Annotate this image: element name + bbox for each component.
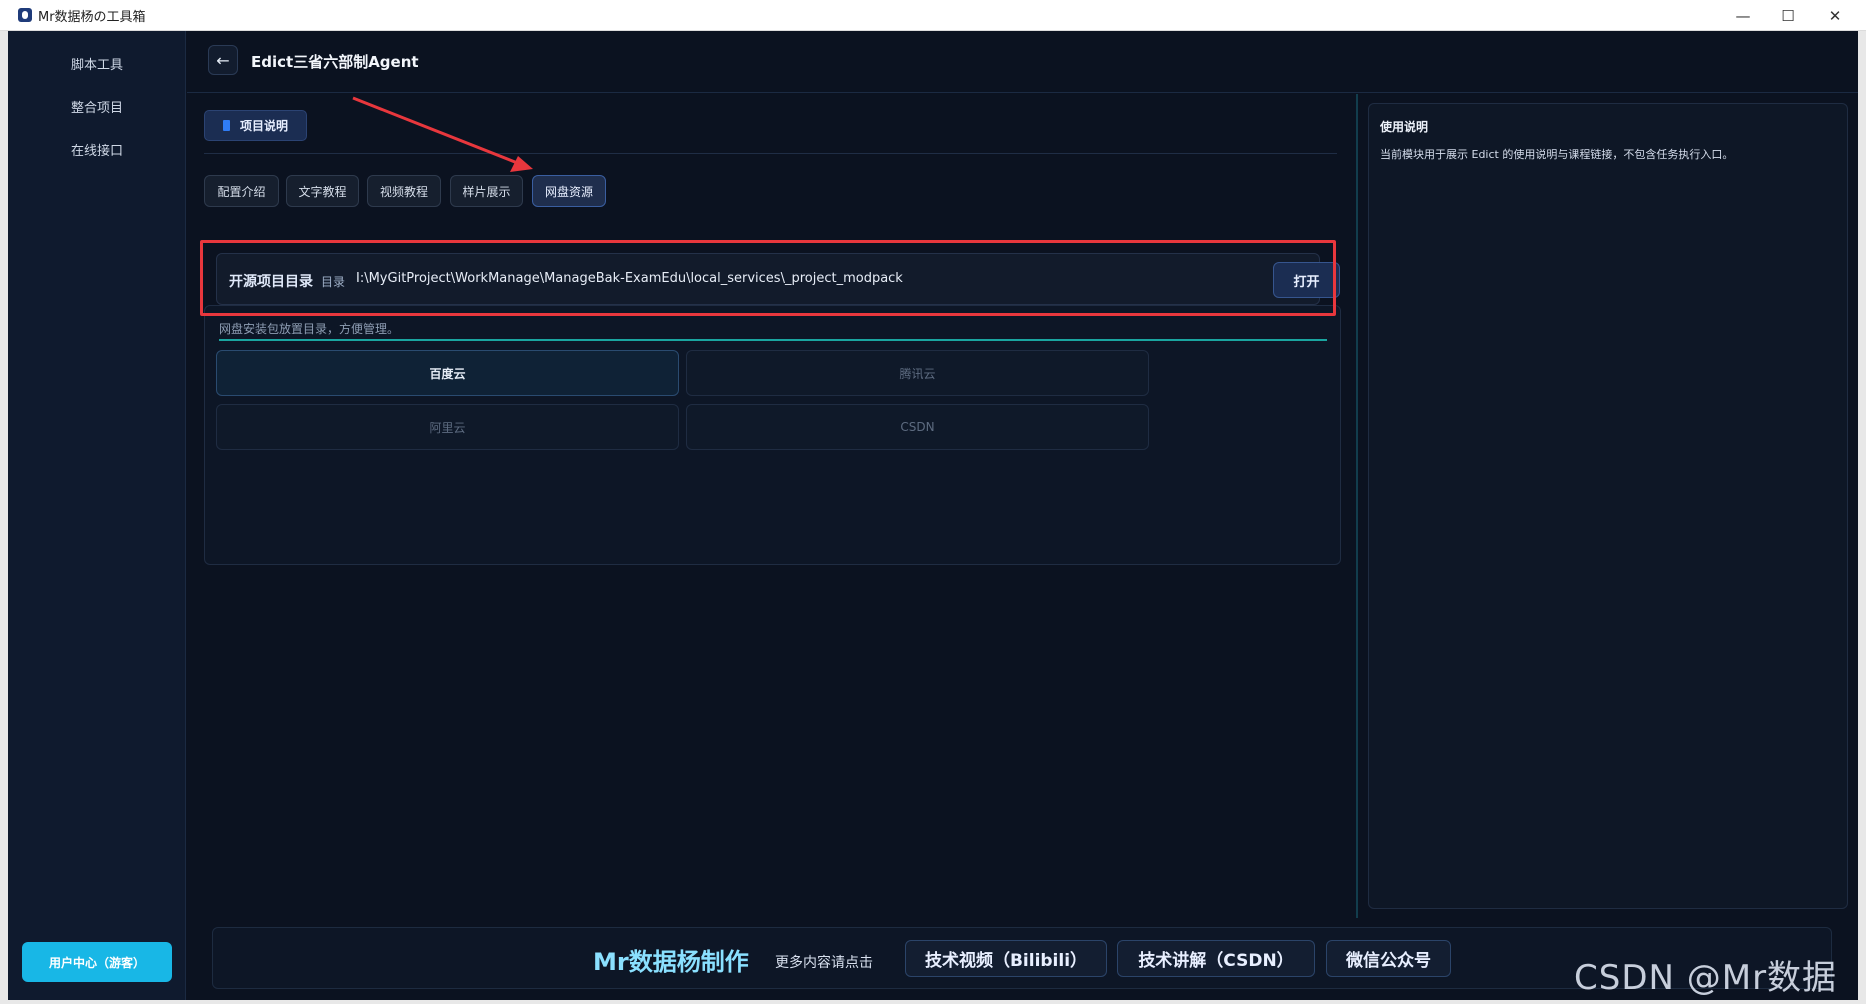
close-button[interactable]: ✕ (1812, 0, 1858, 31)
subtab-config-intro[interactable]: 配置介绍 (204, 175, 279, 207)
footer-more-text: 更多内容请点击 (775, 955, 873, 971)
background-window-edge (0, 31, 8, 1004)
tabs-divider (204, 153, 1337, 154)
user-center-button[interactable]: 用户中心（游客） (22, 942, 172, 982)
netdisk-divider (219, 339, 1327, 341)
tab-project-description-label: 项目说明 (240, 119, 289, 133)
netdisk-panel: 网盘安装包放置目录，方便管理。 百度云 腾讯云 阿里云 CSDN (204, 305, 1341, 565)
window-titlebar: Mr数据杨の工具箱 — ☐ ✕ (0, 0, 1866, 31)
main-panel: 项目说明 配置介绍 文字教程 视频教程 样片展示 网盘资源 开源项目目录 目录 … (187, 94, 1357, 924)
brand-title: Mr数据杨制作 (593, 948, 749, 976)
app-icon (18, 8, 32, 22)
background-window-edge-right (1858, 31, 1866, 1004)
maximize-button[interactable]: ☐ (1765, 0, 1811, 31)
wechat-account-button[interactable]: 微信公众号 (1326, 940, 1451, 977)
tab-project-description[interactable]: 项目说明 (204, 110, 307, 141)
annotation-highlight-box (200, 240, 1336, 316)
sidebar-item-integrated-projects[interactable]: 整合项目 (8, 89, 186, 123)
cloud-csdn-button[interactable]: CSDN (686, 404, 1149, 450)
info-title: 使用说明 (1380, 120, 1429, 134)
sidebar-item-online-api[interactable]: 在线接口 (8, 132, 186, 166)
sidebar: 脚本工具 整合项目 在线接口 用户中心（游客） (8, 31, 186, 1000)
info-text: 当前模块用于展示 Edict 的使用说明与课程链接，不包含任务执行入口。 (1380, 148, 1734, 161)
info-panel: 使用说明 当前模块用于展示 Edict 的使用说明与课程链接，不包含任务执行入口… (1368, 103, 1848, 909)
bilibili-video-button[interactable]: 技术视频（Bilibili） (905, 940, 1107, 977)
subtab-sample-showcase[interactable]: 样片展示 (450, 175, 523, 207)
page-title: Edict三省六部制Agent (251, 53, 419, 71)
cloud-baidu-button[interactable]: 百度云 (216, 350, 679, 396)
subtab-video-tutorial[interactable]: 视频教程 (367, 175, 441, 207)
netdisk-note: 网盘安装包放置目录，方便管理。 (219, 322, 400, 336)
bookmark-icon (223, 120, 230, 131)
csdn-article-button[interactable]: 技术讲解（CSDN） (1117, 940, 1315, 977)
sidebar-item-script-tools[interactable]: 脚本工具 (8, 46, 186, 80)
subtab-text-tutorial[interactable]: 文字教程 (286, 175, 359, 207)
cloud-tencent-button[interactable]: 腾讯云 (686, 350, 1149, 396)
watermark: CSDN @Mr数据杨 (1574, 958, 1838, 998)
cloud-aliyun-button[interactable]: 阿里云 (216, 404, 679, 450)
panel-separator (1356, 94, 1358, 918)
minimize-button[interactable]: — (1720, 0, 1766, 31)
window-title: Mr数据杨の工具箱 (38, 9, 146, 25)
page-header: ← Edict三省六部制Agent (187, 31, 1858, 93)
subtab-netdisk-resources[interactable]: 网盘资源 (532, 175, 606, 207)
back-button[interactable]: ← (208, 45, 238, 75)
